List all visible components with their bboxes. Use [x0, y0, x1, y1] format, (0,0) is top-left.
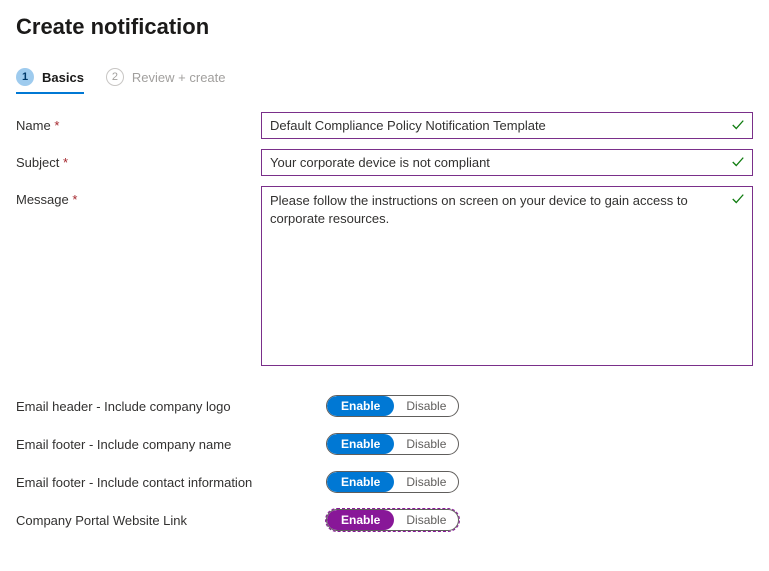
- tab-review-num: 2: [106, 68, 124, 86]
- tab-basics-num: 1: [16, 68, 34, 86]
- tab-basics-label: Basics: [42, 70, 84, 85]
- toggle-disable[interactable]: Disable: [394, 434, 458, 454]
- toggle-portal-link[interactable]: Enable Disable: [326, 509, 459, 531]
- toggle-disable[interactable]: Disable: [394, 396, 458, 416]
- toggle-enable[interactable]: Enable: [327, 510, 394, 530]
- tab-review-create[interactable]: 2 Review + create: [106, 68, 226, 94]
- required-mark: *: [63, 155, 68, 170]
- name-input[interactable]: [261, 112, 753, 139]
- tab-review-label: Review + create: [132, 70, 226, 85]
- label-name: Name: [16, 118, 51, 133]
- label-header-logo: Email header - Include company logo: [16, 399, 231, 414]
- tab-basics[interactable]: 1 Basics: [16, 68, 84, 94]
- toggle-enable[interactable]: Enable: [327, 434, 394, 454]
- toggle-enable[interactable]: Enable: [327, 396, 394, 416]
- label-footer-contact: Email footer - Include contact informati…: [16, 475, 252, 490]
- label-portal-link: Company Portal Website Link: [16, 513, 187, 528]
- label-message: Message: [16, 192, 69, 207]
- toggle-footer-contact[interactable]: Enable Disable: [326, 471, 459, 493]
- tab-bar: 1 Basics 2 Review + create: [16, 68, 753, 94]
- label-subject: Subject: [16, 155, 59, 170]
- label-footer-name: Email footer - Include company name: [16, 437, 231, 452]
- toggle-footer-name[interactable]: Enable Disable: [326, 433, 459, 455]
- required-mark: *: [72, 192, 77, 207]
- subject-input[interactable]: [261, 149, 753, 176]
- toggle-header-logo[interactable]: Enable Disable: [326, 395, 459, 417]
- message-textarea[interactable]: [261, 186, 753, 366]
- toggle-disable[interactable]: Disable: [394, 510, 458, 530]
- toggle-disable[interactable]: Disable: [394, 472, 458, 492]
- toggle-enable[interactable]: Enable: [327, 472, 394, 492]
- required-mark: *: [54, 118, 59, 133]
- page-title: Create notification: [16, 14, 753, 40]
